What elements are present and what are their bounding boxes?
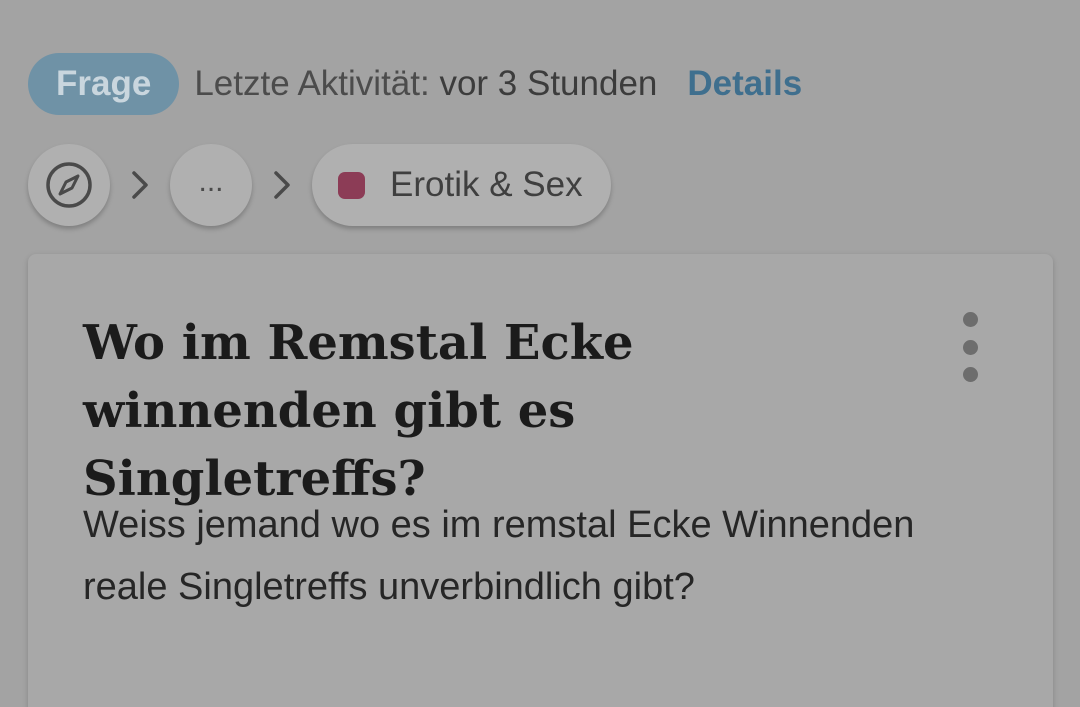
- compass-icon: [46, 162, 92, 208]
- breadcrumb-home-button[interactable]: [28, 144, 110, 226]
- chevron-right-icon: [274, 171, 290, 199]
- breadcrumb-collapsed-button[interactable]: ...: [170, 144, 252, 226]
- more-vertical-icon-dot: [962, 339, 978, 355]
- last-activity: Letzte Aktivität: vor 3 Stunden: [194, 64, 657, 104]
- last-activity-value: vor 3 Stunden: [439, 64, 658, 103]
- question-title: Wo im Remstal Ecke winnenden gibt es Sin…: [83, 315, 634, 507]
- question-body: Weiss jemand wo es im remstal Ecke Winne…: [83, 504, 915, 608]
- breadcrumb-separator: [252, 144, 312, 226]
- breadcrumb-topic-label: Erotik & Sex: [390, 165, 583, 204]
- question-type-badge: Frage: [28, 53, 180, 115]
- more-vertical-icon-dot: [962, 312, 978, 327]
- question-meta-row: Frage Letzte Aktivität: vor 3 Stunden De…: [28, 52, 802, 116]
- breadcrumb-topic[interactable]: Erotik & Sex: [312, 144, 611, 226]
- more-vertical-icon-dot: [962, 367, 978, 382]
- topic-color-dot: [338, 171, 365, 199]
- chevron-right-icon: [132, 171, 148, 199]
- question-page: Frage Letzte Aktivität: vor 3 Stunden De…: [0, 0, 1080, 707]
- details-link[interactable]: Details: [687, 64, 802, 104]
- breadcrumb-ellipsis: ...: [198, 165, 224, 198]
- last-activity-label: Letzte Aktivität:: [194, 64, 430, 103]
- more-options-button[interactable]: [950, 312, 990, 382]
- breadcrumb: ... Erotik & Sex: [28, 144, 611, 226]
- question-card: Wo im Remstal Ecke winnenden gibt es Sin…: [28, 254, 1053, 707]
- breadcrumb-separator: [110, 144, 170, 226]
